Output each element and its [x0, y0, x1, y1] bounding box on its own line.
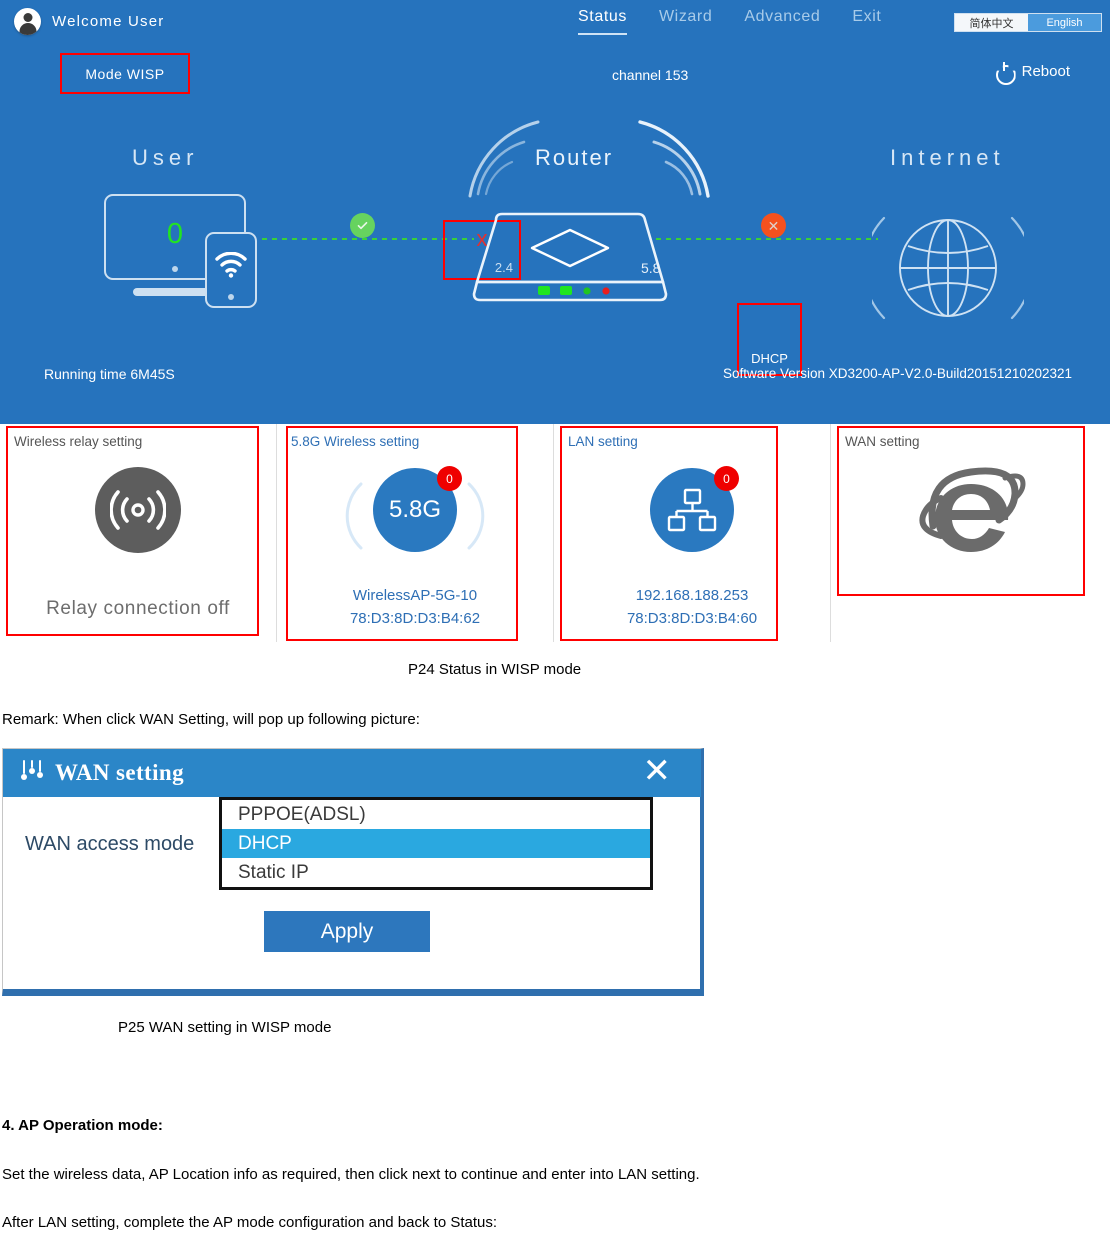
card-icon-area: 5.8G 0: [277, 462, 553, 558]
reboot-button[interactable]: Reboot: [995, 62, 1070, 81]
language-toggle: 简体中文 English: [954, 13, 1102, 32]
relay-broadcast-icon: [95, 467, 181, 553]
router-status-screenshot: Welcome User Status Wizard Advanced Exit…: [0, 0, 1110, 642]
router-device-icon: [472, 212, 668, 302]
section-heading: 4. AP Operation mode:: [2, 1117, 163, 1134]
mac-label: 78:D3:8D:D3:B4:60: [626, 609, 758, 627]
card-info-lines: WirelessAP-5G-10 78:D3:8D:D3:B4:62: [277, 584, 553, 631]
card-icon-area: [831, 462, 1110, 558]
card-icon-area: 0: [554, 462, 830, 558]
client-count-badge: 0: [437, 466, 462, 491]
monitor-indicator-dot: [172, 266, 178, 272]
tab-exit[interactable]: Exit: [852, 8, 881, 33]
software-version-label: Software Version XD3200-AP-V2.0-Build201…: [723, 366, 1072, 381]
dialog-title: WAN setting: [55, 760, 184, 785]
globe-icon: [872, 216, 1024, 320]
channel-label: channel 153: [612, 67, 689, 83]
card-5g-wireless-setting[interactable]: 5.8G Wireless setting 5.8G 0 WirelessAP-…: [277, 424, 554, 642]
mode-highlight-box: Mode WISP: [60, 53, 190, 94]
wan-access-mode-dropdown[interactable]: PPPOE(ADSL) DHCP Static IP: [219, 797, 653, 890]
running-time-label: Running time 6M45S: [44, 366, 175, 382]
phone-icon: [205, 232, 257, 308]
language-english-button[interactable]: English: [1028, 14, 1101, 31]
network-topology-diagram: User Router Internet 0 DHCP ✕ x 2.4 5.8: [0, 100, 1110, 376]
sliders-icon: [19, 758, 45, 789]
remark-text: Remark: When click WAN Setting, will pop…: [2, 711, 420, 728]
card-lan-setting[interactable]: LAN setting 0 192.168.188.253 78:D3:8D:D…: [554, 424, 831, 642]
internet-explorer-icon: [918, 467, 1026, 552]
card-title: Wireless relay setting: [14, 434, 143, 449]
reboot-label: Reboot: [1021, 63, 1070, 80]
wan-access-mode-label: WAN access mode: [25, 833, 195, 855]
client-count-badge: 0: [714, 466, 739, 491]
card-info-lines: 192.168.188.253 78:D3:8D:D3:B4:60: [554, 584, 830, 631]
power-icon: [995, 62, 1014, 81]
welcome-user: Welcome User: [14, 8, 164, 35]
tab-status[interactable]: Status: [578, 8, 627, 35]
mac-label: 78:D3:8D:D3:B4:62: [349, 609, 481, 627]
dropdown-option-static-ip[interactable]: Static IP: [222, 858, 650, 887]
lan-ip-label: 192.168.188.253: [635, 586, 749, 604]
internet-node-label: Internet: [890, 145, 1005, 170]
tab-advanced[interactable]: Advanced: [744, 8, 820, 33]
dialog-titlebar: WAN setting ✕: [3, 749, 701, 797]
welcome-label: Welcome User: [52, 13, 165, 30]
user-avatar-icon: [14, 8, 41, 35]
apply-button[interactable]: Apply: [264, 911, 430, 952]
link-ok-badge: [350, 213, 375, 238]
caption-p24: P24 Status in WISP mode: [408, 661, 582, 678]
top-navbar: Welcome User Status Wizard Advanced Exit…: [0, 0, 1110, 45]
link-fail-badge: ✕: [761, 213, 786, 238]
paragraph-2: After LAN setting, complete the AP mode …: [2, 1214, 498, 1231]
mode-label: Mode WISP: [85, 65, 165, 82]
close-icon[interactable]: ✕: [643, 754, 672, 788]
settings-card-row: Wireless relay setting Relay connection …: [0, 424, 1110, 642]
dhcp-label: DHCP: [751, 351, 788, 366]
relay-status-label: Relay connection off: [46, 598, 230, 619]
user-node-label: User: [132, 145, 199, 170]
phone-home-dot: [228, 294, 234, 300]
wifi-icon: [214, 251, 248, 283]
wifi-5g-circle-icon: 5.8G 0: [373, 466, 462, 552]
card-icon-area: [0, 462, 276, 558]
dropdown-option-pppoe[interactable]: PPPOE(ADSL): [222, 800, 650, 829]
card-wireless-relay-setting[interactable]: Wireless relay setting Relay connection …: [0, 424, 277, 642]
tab-wizard[interactable]: Wizard: [659, 8, 712, 33]
card-title: WAN setting: [845, 434, 920, 449]
paragraph-1: Set the wireless data, AP Location info …: [2, 1166, 700, 1183]
band-circle-label: 5.8G: [388, 496, 442, 523]
ssid-label: WirelessAP-5G-10: [352, 586, 478, 604]
nav-links: Status Wizard Advanced Exit: [578, 8, 881, 35]
network-tree-icon: 0: [650, 466, 739, 552]
caption-p25: P25 WAN setting in WISP mode: [118, 1019, 332, 1036]
card-title: LAN setting: [568, 434, 638, 449]
card-wan-setting[interactable]: WAN setting: [831, 424, 1110, 642]
dropdown-option-dhcp[interactable]: DHCP: [222, 829, 650, 858]
language-chinese-button[interactable]: 简体中文: [955, 14, 1028, 31]
card-title: 5.8G Wireless setting: [291, 434, 420, 449]
